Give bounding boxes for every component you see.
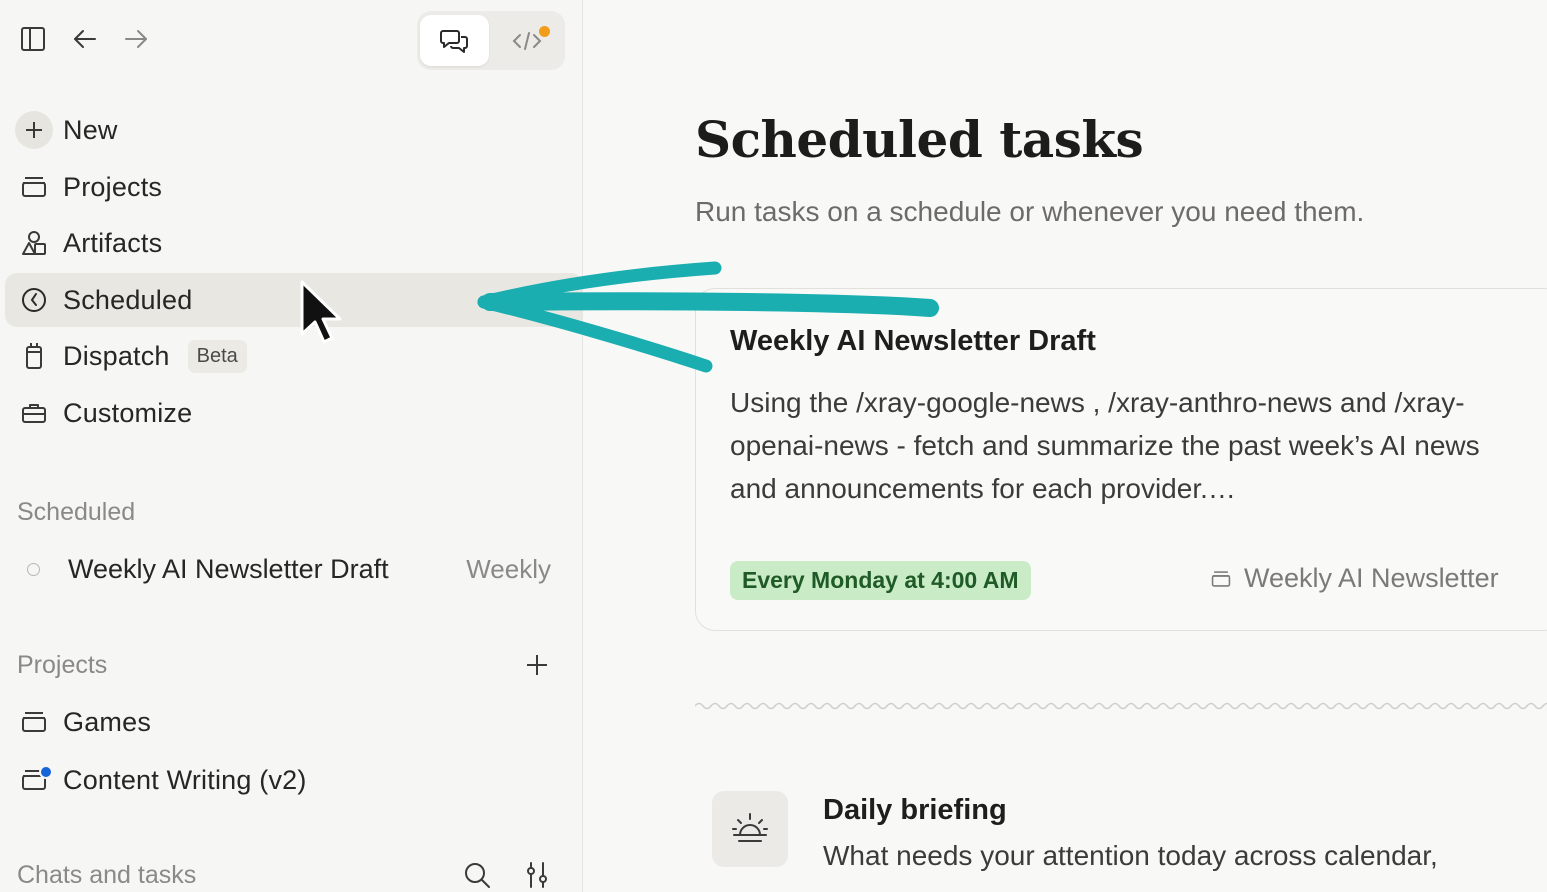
- nav-label: New: [63, 114, 118, 145]
- nav-label: Scheduled: [63, 284, 193, 315]
- nav-label: Artifacts: [63, 227, 163, 258]
- toggle-sidebar-icon[interactable]: [16, 22, 50, 56]
- nav-scheduled[interactable]: Scheduled: [5, 273, 583, 327]
- nav-label: Customize: [63, 397, 193, 428]
- chat-bubbles-icon: [439, 29, 468, 53]
- main-content: Scheduled tasks Run tasks on a schedule …: [584, 0, 1547, 892]
- filter-button[interactable]: [522, 860, 552, 890]
- folder-icon: [22, 177, 46, 197]
- shapes-icon: [22, 231, 46, 255]
- phone-icon: [26, 343, 42, 369]
- status-circle-icon: [27, 562, 40, 576]
- add-project-button[interactable]: [522, 650, 552, 680]
- plus-icon: [527, 655, 547, 675]
- schedule-badge: Every Monday at 4:00 AM: [730, 561, 1031, 600]
- wavy-divider: [695, 702, 1547, 710]
- code-icon: [512, 31, 541, 50]
- mode-switch: [417, 11, 565, 70]
- nav-dispatch[interactable]: Dispatch Beta: [5, 329, 583, 383]
- search-icon: [465, 863, 490, 888]
- briefing-icon-box: [712, 791, 788, 867]
- folder-icon: [1211, 570, 1231, 587]
- scheduled-item[interactable]: Weekly AI Newsletter Draft Weekly: [5, 544, 583, 594]
- project-item-content-writing[interactable]: Content Writing (v2): [5, 753, 583, 807]
- project-name: Content Writing (v2): [63, 764, 307, 795]
- task-project[interactable]: Weekly AI Newsletter: [1210, 563, 1499, 594]
- clock-icon: [22, 288, 46, 312]
- chat-mode-button[interactable]: [420, 15, 489, 66]
- nav-projects[interactable]: Projects: [5, 160, 583, 214]
- page-subtitle: Run tasks on a schedule or whenever you …: [695, 196, 1365, 227]
- nav-artifacts[interactable]: Artifacts: [5, 216, 583, 270]
- unread-dot: [39, 765, 53, 779]
- folder-icon: [22, 712, 46, 732]
- projects-section-label: Projects: [17, 651, 108, 679]
- forward-arrow-icon[interactable]: [119, 22, 153, 56]
- suggestion-description: What needs your attention today across c…: [823, 840, 1438, 871]
- mouse-cursor-icon: [300, 280, 342, 344]
- scheduled-section-label: Scheduled: [17, 498, 136, 526]
- search-button[interactable]: [462, 860, 492, 890]
- sunrise-icon: [732, 813, 768, 842]
- plus-icon: [15, 111, 53, 149]
- task-title: Weekly AI Newsletter Draft: [730, 325, 1096, 357]
- sidebar: New Projects Artifacts Scheduled Dispatc…: [0, 0, 583, 892]
- back-arrow-icon[interactable]: [68, 22, 102, 56]
- sliders-icon: [527, 862, 547, 888]
- nav-label: Projects: [63, 171, 163, 202]
- code-mode-button[interactable]: [492, 15, 561, 66]
- beta-badge: Beta: [187, 339, 247, 373]
- task-card[interactable]: Weekly AI Newsletter Draft Using the /xr…: [695, 288, 1547, 631]
- scheduled-item-frequency: Weekly: [466, 553, 551, 584]
- notification-dot: [539, 26, 550, 37]
- project-name: Games: [63, 706, 152, 737]
- nav-customize[interactable]: Customize: [5, 386, 583, 440]
- scheduled-item-name: Weekly AI Newsletter Draft: [68, 553, 389, 584]
- task-project-name: Weekly AI Newsletter: [1244, 563, 1499, 593]
- briefcase-icon: [22, 404, 46, 423]
- page-title: Scheduled tasks: [695, 110, 1144, 169]
- nav-label: Dispatch: [63, 340, 170, 371]
- project-item-games[interactable]: Games: [5, 695, 583, 749]
- suggestion-title: Daily briefing: [823, 794, 1007, 826]
- nav-new[interactable]: New: [5, 103, 583, 157]
- task-description: Using the /xray-google-news , /xray-anth…: [730, 387, 1480, 504]
- chats-section-label: Chats and tasks: [17, 861, 197, 889]
